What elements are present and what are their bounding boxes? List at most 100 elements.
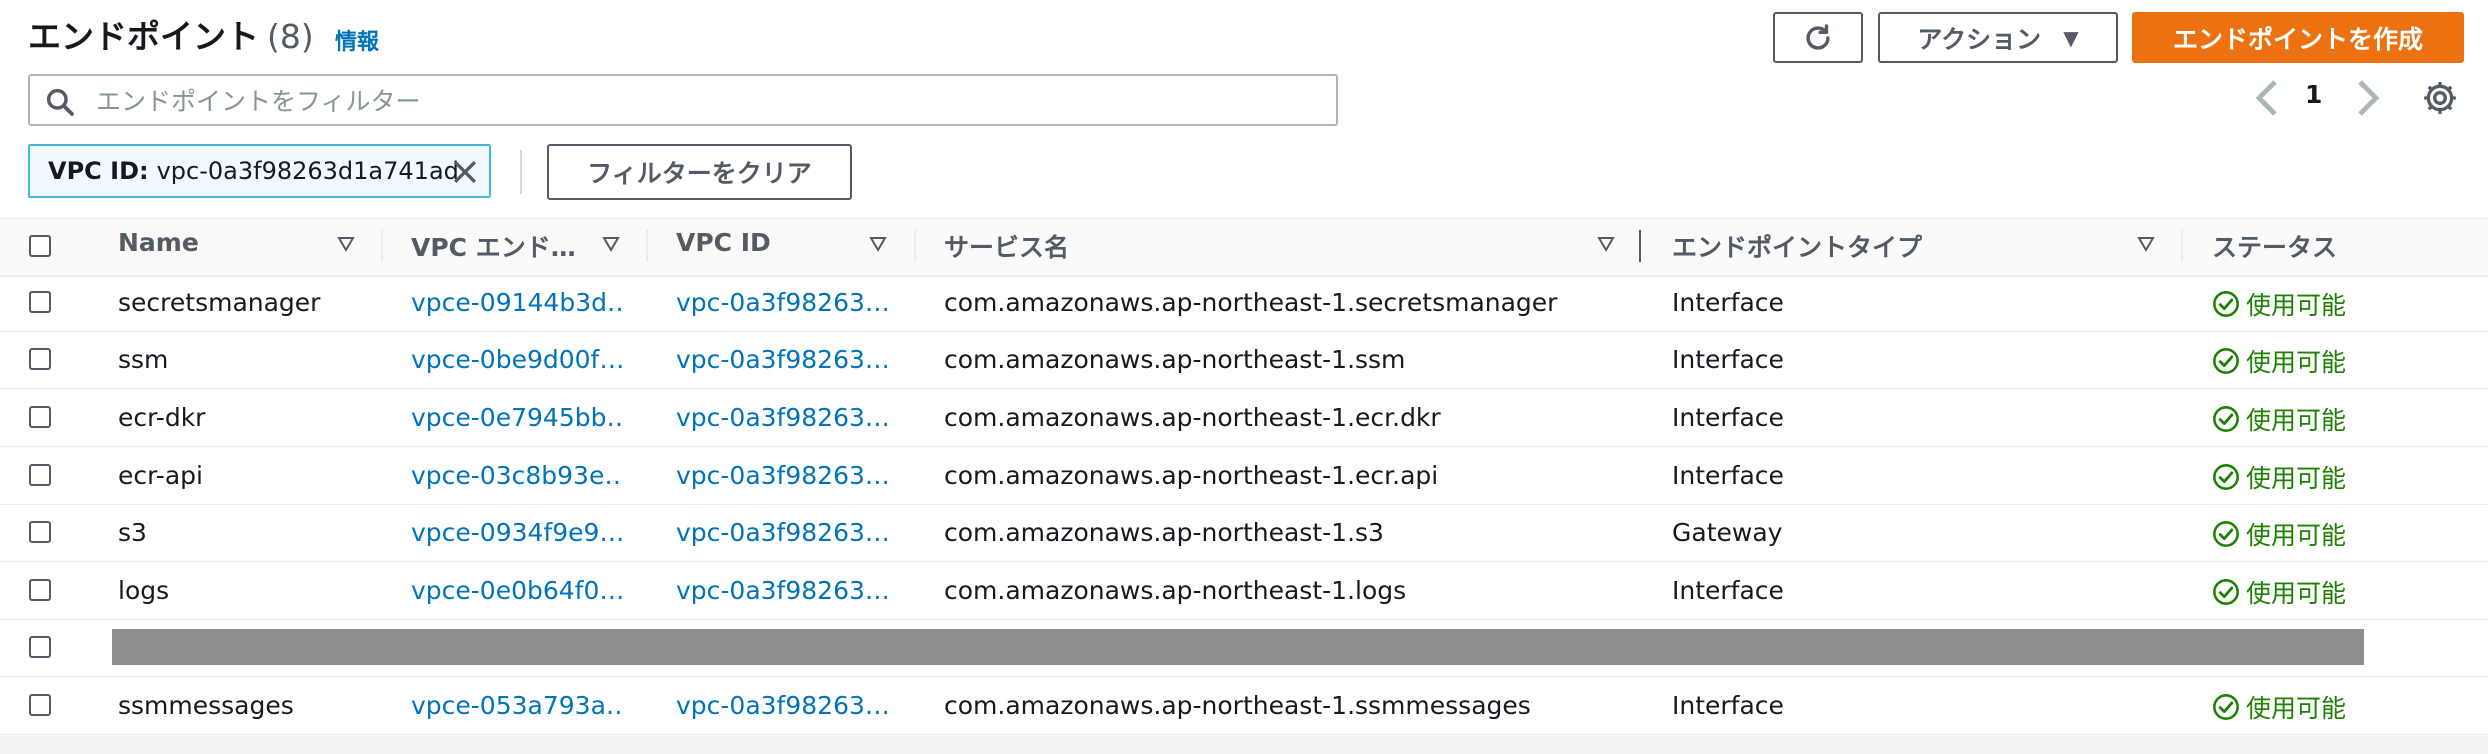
endpoint-type: Interface — [1672, 576, 1784, 605]
endpoint-name: logs — [118, 576, 170, 605]
row-checkbox[interactable] — [29, 694, 51, 716]
table-row[interactable]: logs vpce-0e0b64f0… vpc-0a3f98263… com.amaz… — [0, 562, 2488, 620]
status-text: 使用可能 — [2246, 694, 2347, 723]
table-row[interactable]: ecr-dkr vpce-0e7945bb… vpc-0a3f98263… com.a… — [0, 389, 2488, 447]
status-indicator: 使用可能 — [2212, 516, 2346, 552]
endpoint-type: Interface — [1672, 691, 1784, 720]
row-checkbox[interactable] — [29, 636, 51, 658]
sort-icon[interactable] — [1596, 234, 1616, 254]
page-title-text: エンドポイント — [28, 17, 259, 56]
column-header-vpc-id[interactable]: VPC ID — [676, 228, 771, 257]
vpc-id-filter-token: VPC ID: vpc-0a3f98263d1a741ad — [28, 144, 491, 198]
endpoint-name: ecr-api — [118, 461, 203, 490]
gear-icon[interactable] — [2420, 78, 2460, 118]
previous-page-icon[interactable] — [2253, 78, 2281, 118]
status-indicator: 使用可能 — [2212, 689, 2346, 725]
endpoint-type: Interface — [1672, 288, 1784, 317]
column-divider[interactable] — [2181, 230, 2183, 262]
refresh-button[interactable] — [1773, 12, 1863, 63]
column-divider-active[interactable] — [1639, 230, 1641, 262]
column-header-endpoint-id[interactable]: VPC エンド… — [411, 228, 576, 264]
row-checkbox[interactable] — [29, 579, 51, 601]
service-name: com.amazonaws.ap-northeast-1.secretsmana… — [944, 288, 1558, 317]
check-circle-icon — [2213, 464, 2239, 490]
vpc-id-link[interactable]: vpc-0a3f98263… — [676, 461, 898, 490]
table-row[interactable]: ssm vpce-0be9d00f… vpc-0a3f98263… com.amazo… — [0, 331, 2488, 389]
actions-label: アクション — [1917, 24, 2042, 54]
service-name: com.amazonaws.ap-northeast-1.ssmmessages — [944, 691, 1531, 720]
next-page-icon[interactable] — [2354, 78, 2382, 118]
check-circle-icon — [2213, 521, 2239, 547]
table-row[interactable]: s3 vpce-0934f9e9… vpc-0a3f98263… com.amazon… — [0, 504, 2488, 562]
endpoint-id-link[interactable]: vpce-0e7945bb… — [411, 403, 623, 432]
status-text: 使用可能 — [2246, 464, 2347, 493]
status-indicator: 使用可能 — [2212, 574, 2346, 610]
check-circle-icon — [2213, 694, 2239, 720]
current-page-number[interactable]: 1 — [2305, 80, 2322, 109]
row-checkbox[interactable] — [29, 348, 51, 370]
endpoint-id-link[interactable]: vpce-053a793a… — [411, 691, 623, 720]
vpc-id-link[interactable]: vpc-0a3f98263… — [676, 288, 898, 317]
sort-icon[interactable] — [336, 234, 356, 254]
clear-filters-button[interactable]: フィルターをクリア — [547, 144, 852, 200]
row-checkbox[interactable] — [29, 464, 51, 486]
vpc-id-link[interactable]: vpc-0a3f98263… — [676, 518, 898, 547]
filter-search-box[interactable] — [28, 74, 1338, 126]
endpoint-type: Interface — [1672, 461, 1784, 490]
status-text: 使用可能 — [2246, 348, 2347, 377]
table-row[interactable]: secretsmanager vpce-09144b3d… vpc-0a3f9826… — [0, 274, 2488, 332]
endpoint-name: secretsmanager — [118, 288, 321, 317]
table-header — [0, 218, 2488, 277]
status-indicator: 使用可能 — [2212, 286, 2346, 322]
status-text: 使用可能 — [2246, 406, 2347, 435]
row-checkbox[interactable] — [29, 521, 51, 543]
column-header-endpoint-type[interactable]: エンドポイントタイプ — [1672, 228, 1922, 264]
endpoint-name: s3 — [118, 518, 147, 547]
check-circle-icon — [2213, 291, 2239, 317]
sort-icon[interactable] — [868, 234, 888, 254]
sort-icon[interactable] — [2136, 234, 2156, 254]
check-circle-icon — [2213, 579, 2239, 605]
close-icon[interactable] — [451, 158, 479, 186]
status-text: 使用可能 — [2246, 521, 2347, 550]
service-name: com.amazonaws.ap-northeast-1.ecr.dkr — [944, 403, 1441, 432]
column-divider[interactable] — [646, 230, 648, 262]
redacted-row-content — [112, 629, 2364, 665]
service-name: com.amazonaws.ap-northeast-1.logs — [944, 576, 1407, 605]
sort-icon[interactable] — [601, 234, 621, 254]
endpoint-id-link[interactable]: vpce-0be9d00f… — [411, 345, 623, 374]
status-text: 使用可能 — [2246, 291, 2347, 320]
endpoint-type: Interface — [1672, 403, 1784, 432]
status-text: 使用可能 — [2246, 579, 2347, 608]
vpc-id-link[interactable]: vpc-0a3f98263… — [676, 403, 898, 432]
vpc-id-link[interactable]: vpc-0a3f98263… — [676, 576, 898, 605]
endpoint-id-link[interactable]: vpce-09144b3d… — [411, 288, 623, 317]
check-circle-icon — [2213, 348, 2239, 374]
create-endpoint-button[interactable]: エンドポイントを作成 — [2132, 12, 2464, 63]
filter-divider — [520, 150, 522, 194]
search-input[interactable] — [94, 82, 1318, 120]
row-checkbox[interactable] — [29, 406, 51, 428]
endpoint-id-link[interactable]: vpce-0934f9e9… — [411, 518, 623, 547]
column-header-name[interactable]: Name — [118, 228, 199, 257]
endpoint-id-link[interactable]: vpce-03c8b93e… — [411, 461, 623, 490]
row-checkbox[interactable] — [29, 291, 51, 313]
endpoint-type: Gateway — [1672, 518, 1783, 547]
table-row[interactable]: ecr-api vpce-03c8b93e… vpc-0a3f98263… com.a… — [0, 447, 2488, 505]
column-divider[interactable] — [381, 230, 383, 262]
column-header-service-name[interactable]: サービス名 — [944, 228, 1069, 264]
table-row[interactable] — [0, 619, 2488, 677]
vpc-id-link[interactable]: vpc-0a3f98263… — [676, 345, 898, 374]
info-link[interactable]: 情報 — [335, 24, 379, 56]
select-all-checkbox[interactable] — [29, 235, 51, 257]
endpoint-id-link[interactable]: vpce-0e0b64f0… — [411, 576, 623, 605]
endpoint-type: Interface — [1672, 345, 1784, 374]
service-name: com.amazonaws.ap-northeast-1.s3 — [944, 518, 1384, 547]
vpc-id-link[interactable]: vpc-0a3f98263… — [676, 691, 898, 720]
column-header-status[interactable]: ステータス — [2212, 228, 2337, 264]
page-title: エンドポイント (8) — [28, 10, 314, 58]
actions-button[interactable]: アクション ▼ — [1878, 12, 2118, 63]
column-divider[interactable] — [914, 230, 916, 262]
table-row[interactable]: ssmmessages vpce-053a793a… vpc-0a3f98263… c… — [0, 677, 2488, 735]
endpoint-count: (8) — [267, 17, 314, 56]
